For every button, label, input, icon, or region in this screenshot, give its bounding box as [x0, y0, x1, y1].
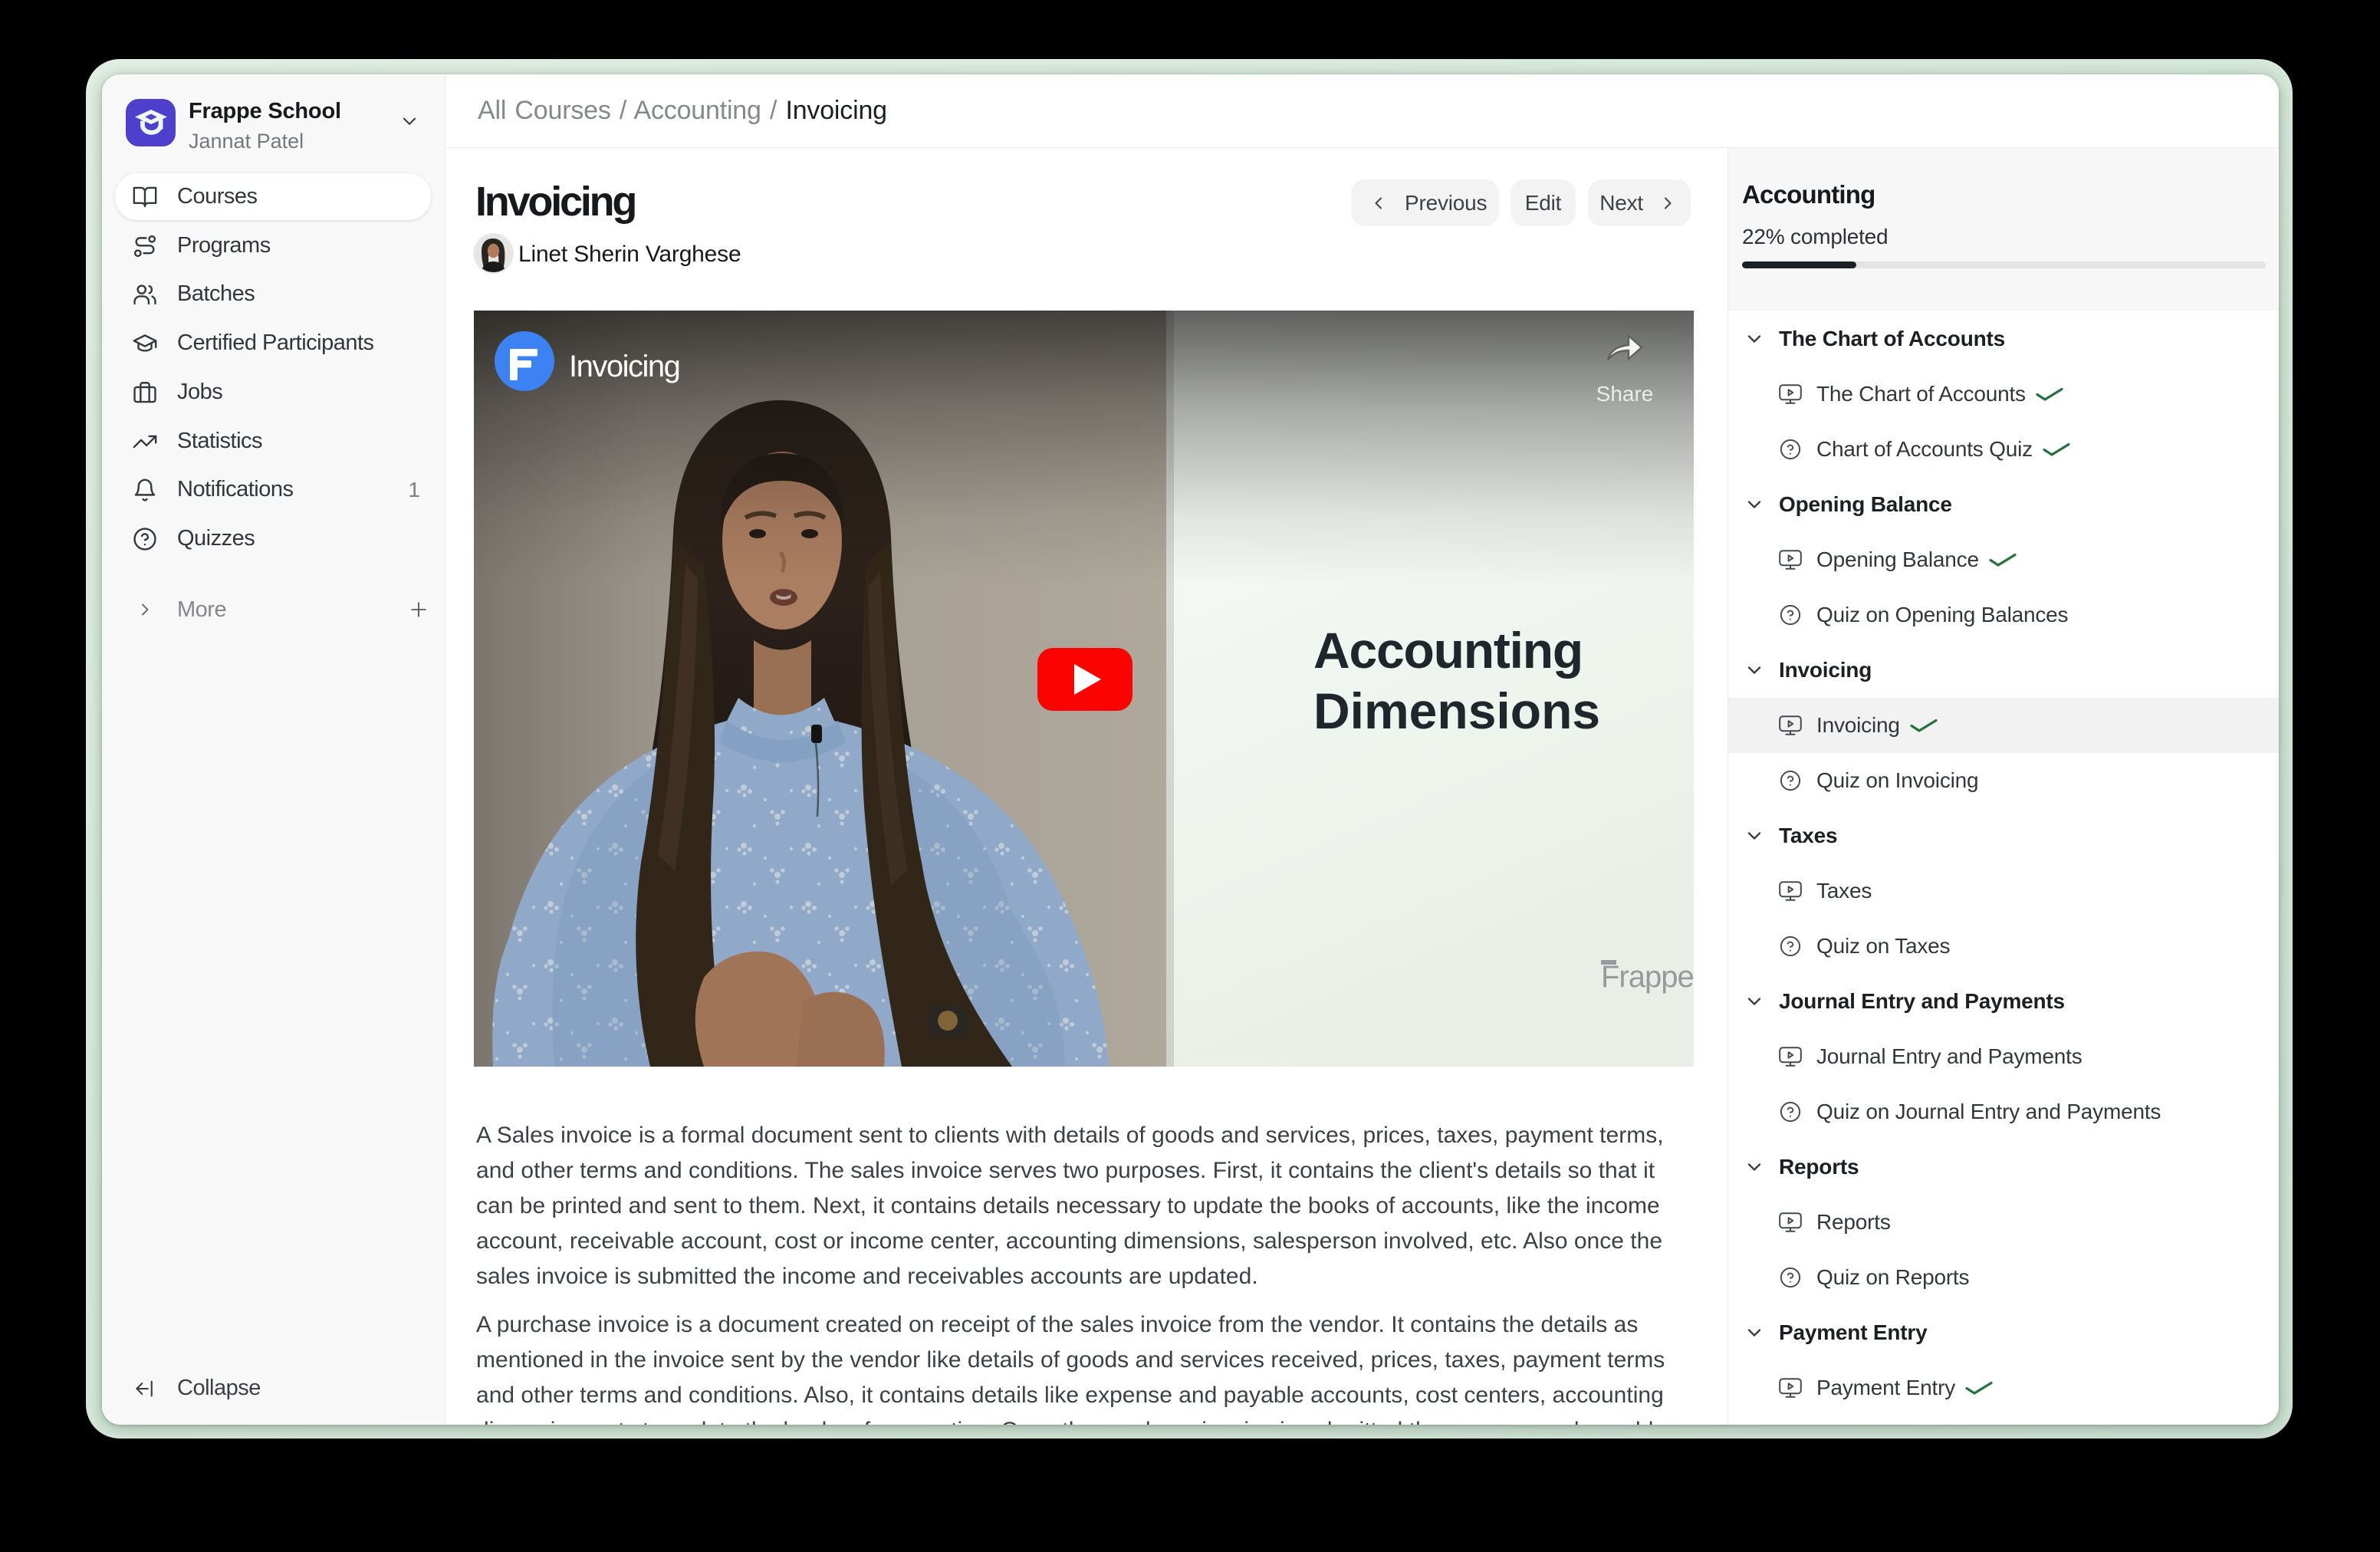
svg-text:Invoicing: Invoicing — [569, 350, 679, 383]
svg-text:Dimensions: Dimensions — [1313, 682, 1600, 739]
svg-text:Share: Share — [1596, 382, 1654, 406]
svg-text:Accounting: Accounting — [1313, 622, 1583, 679]
svg-text:Frappe: Frappe — [1601, 960, 1694, 994]
